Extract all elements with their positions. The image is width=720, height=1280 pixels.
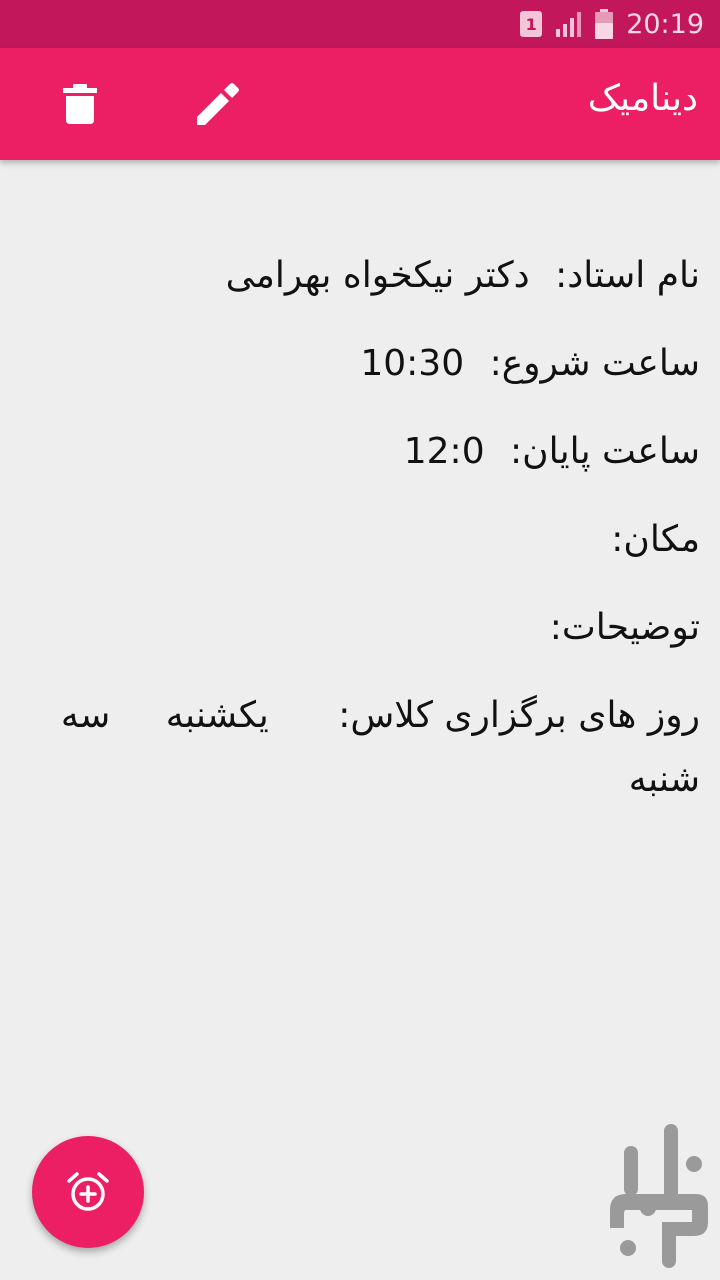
end-time-label: ساعت پایان:	[510, 431, 700, 472]
bazaar-logo-icon	[610, 1124, 708, 1268]
edit-icon	[197, 83, 239, 125]
end-time-value: 12:0	[403, 431, 485, 472]
clock: 20:19	[626, 8, 704, 40]
screen: 1 20:19 دینامیک نام استاد: دکتر نیکخواه …	[0, 0, 720, 1280]
signal-icon	[556, 12, 582, 37]
start-time-row: ساعت شروع: 10:30	[20, 320, 700, 408]
app-bar: دینامیک	[0, 48, 720, 160]
page-title: دینامیک	[587, 78, 698, 119]
location-label: مکان:	[611, 519, 700, 560]
notes-row: توضیحات:	[20, 584, 700, 672]
class-details: نام استاد: دکتر نیکخواه بهرامی ساعت شروع…	[0, 160, 720, 812]
class-day: یکشنبه	[165, 695, 269, 736]
battery-icon	[595, 9, 614, 39]
teacher-row: نام استاد: دکتر نیکخواه بهرامی	[20, 232, 700, 320]
class-days-label: روز های برگزاری کلاس:	[338, 695, 700, 736]
edit-button[interactable]	[188, 74, 248, 134]
teacher-value: دکتر نیکخواه بهرامی	[225, 255, 530, 296]
sim-icon: 1	[520, 11, 543, 37]
delete-icon	[63, 84, 97, 124]
start-time-label: ساعت شروع:	[489, 343, 700, 384]
notes-label: توضیحات:	[549, 607, 700, 648]
end-time-row: ساعت پایان: 12:0	[20, 408, 700, 496]
location-row: مکان:	[20, 496, 700, 584]
status-bar: 1 20:19	[0, 0, 720, 48]
teacher-label: نام استاد:	[555, 255, 700, 296]
add-alarm-icon	[67, 1172, 109, 1211]
delete-button[interactable]	[50, 74, 110, 134]
add-alarm-button[interactable]	[32, 1136, 144, 1248]
start-time-value: 10:30	[360, 343, 465, 384]
class-days-row: روز های برگزاری کلاس: یکشنبه سه شنبه	[20, 672, 700, 812]
